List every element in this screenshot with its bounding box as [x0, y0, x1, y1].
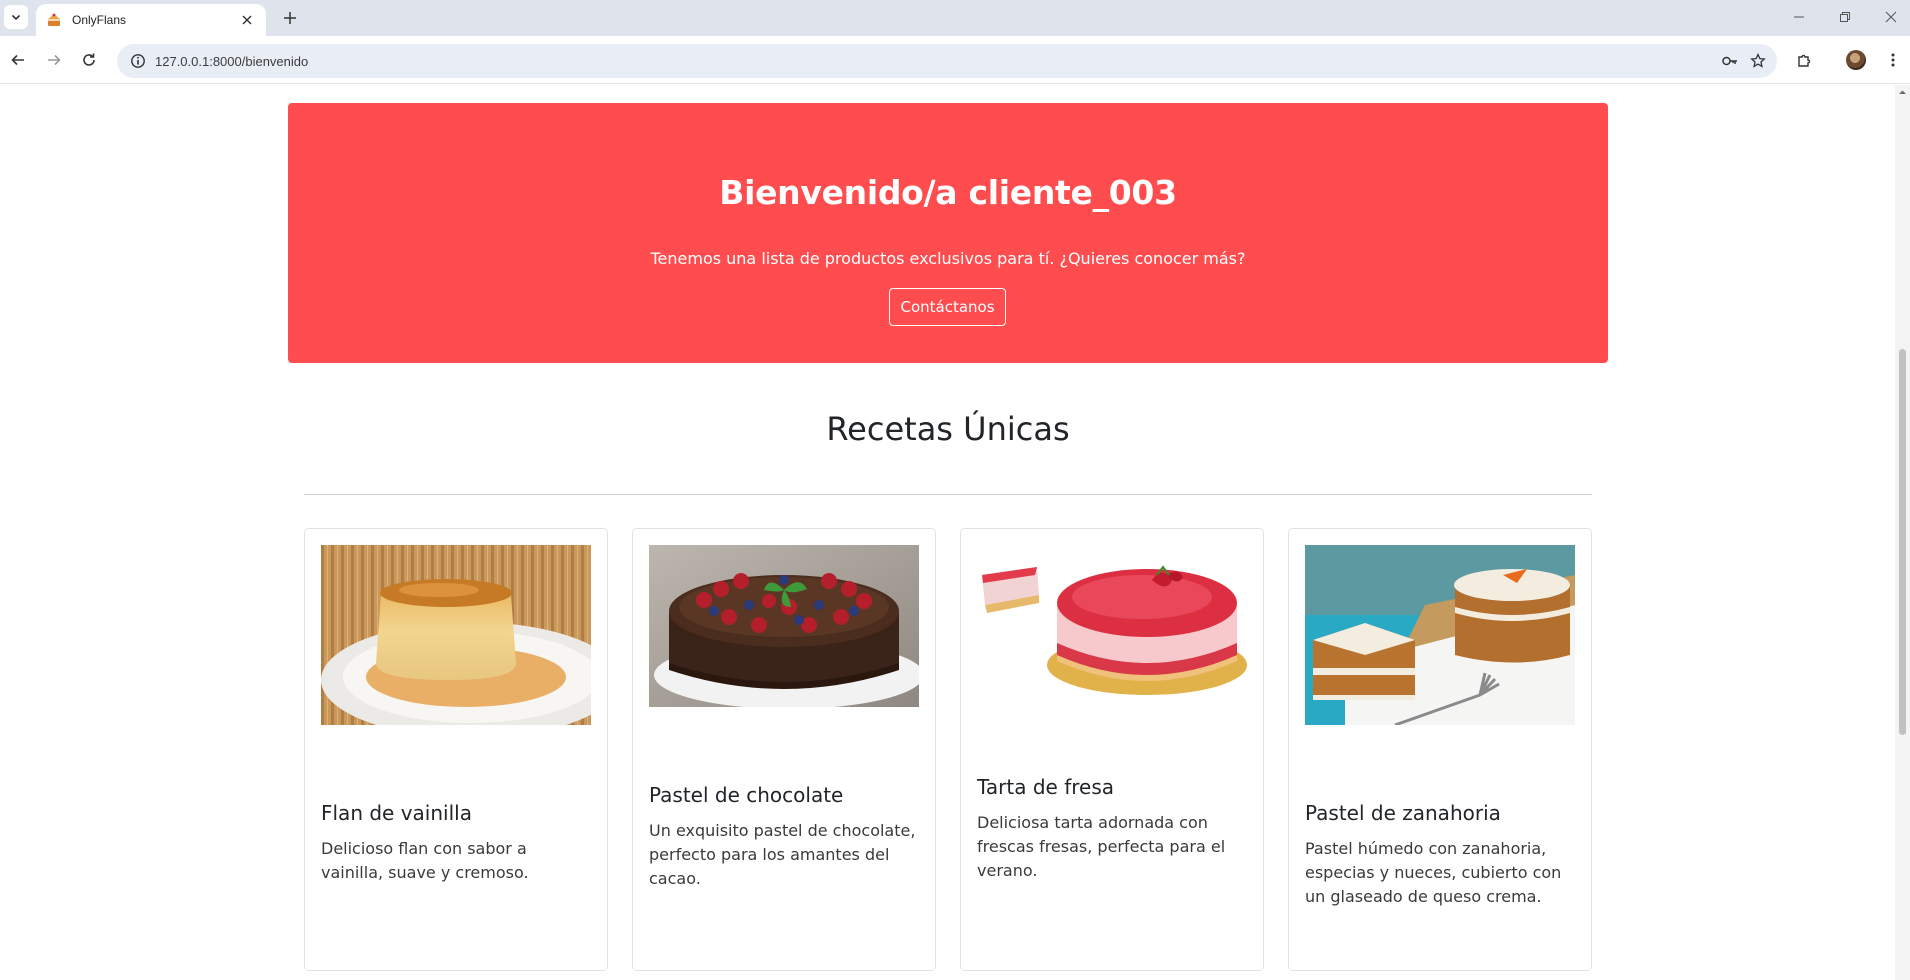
- chevron-down-icon: [11, 14, 21, 21]
- welcome-banner: Bienvenido/a cliente_003 Tenemos una lis…: [288, 103, 1608, 363]
- divider: [304, 494, 1592, 495]
- card-title: Pastel de chocolate: [649, 783, 844, 807]
- flan-image: [321, 545, 591, 725]
- card-description: Un exquisito pastel de chocolate, perfec…: [649, 821, 916, 888]
- welcome-title: Bienvenido/a cliente_003: [719, 173, 1177, 212]
- product-card-flan: Flan de vainilla Delicioso flan con sabo…: [304, 528, 608, 971]
- extensions-button[interactable]: [1790, 46, 1818, 74]
- cake-favicon-icon: [46, 12, 62, 28]
- new-tab-button[interactable]: [278, 6, 302, 30]
- back-button[interactable]: [4, 46, 32, 74]
- extensions-icon: [1798, 54, 1811, 67]
- contact-button[interactable]: Contáctanos: [889, 288, 1006, 326]
- minimize-button[interactable]: [1776, 4, 1822, 30]
- card-title: Flan de vainilla: [321, 801, 472, 825]
- plus-icon: [284, 12, 296, 24]
- product-card-strawberry: Tarta de fresa Deliciosa tarta adornada …: [960, 528, 1264, 971]
- restore-icon: [1840, 12, 1850, 22]
- restore-button[interactable]: [1822, 4, 1868, 30]
- star-icon[interactable]: [1744, 47, 1772, 75]
- scroll-up-icon[interactable]: [1898, 88, 1907, 97]
- card-description: Pastel húmedo con zanahoria, especias y …: [1305, 839, 1562, 906]
- strawberry-tart-image: [977, 545, 1247, 697]
- avatar[interactable]: [1846, 50, 1866, 70]
- forward-icon: [48, 54, 61, 66]
- tab-list-button[interactable]: [4, 5, 28, 29]
- browser-tab-bar: OnlyFlans: [0, 0, 1910, 36]
- welcome-subtitle: Tenemos una lista de productos exclusivo…: [650, 249, 1246, 268]
- menu-icon: [1891, 53, 1895, 67]
- card-description: Deliciosa tarta adornada con frescas fre…: [977, 813, 1226, 880]
- carrot-cake-image: [1305, 545, 1575, 725]
- browser-toolbar: 127.0.0.1:8000/bienvenido: [0, 36, 1910, 84]
- info-icon[interactable]: [121, 44, 155, 78]
- minimize-icon: [1794, 16, 1804, 18]
- scroll-thumb[interactable]: [1899, 349, 1906, 735]
- address-bar[interactable]: 127.0.0.1:8000/bienvenido: [117, 44, 1777, 78]
- card-description: Delicioso flan con sabor a vainilla, sua…: [321, 839, 529, 882]
- page-scrollbar[interactable]: [1895, 85, 1910, 980]
- url-text: 127.0.0.1:8000/bienvenido: [155, 53, 309, 69]
- back-icon: [11, 54, 24, 66]
- product-card-chocolate: Pastel de chocolate Un exquisito pastel …: [632, 528, 936, 971]
- card-title: Tarta de fresa: [977, 775, 1115, 799]
- menu-button[interactable]: [1879, 46, 1907, 74]
- reload-icon: [83, 53, 95, 66]
- tab-title: OnlyFlans: [72, 13, 127, 27]
- page-viewport: Bienvenido/a cliente_003 Tenemos una lis…: [0, 85, 1895, 980]
- product-card-carrot: Pastel de zanahoria Pastel húmedo con za…: [1288, 528, 1592, 971]
- reload-button[interactable]: [75, 46, 103, 74]
- chocolate-cake-image: [649, 545, 919, 707]
- section-title: Recetas Únicas: [826, 410, 1070, 448]
- window-close-button[interactable]: [1868, 4, 1910, 30]
- browser-tab[interactable]: OnlyFlans: [36, 4, 266, 36]
- close-icon[interactable]: [238, 11, 256, 29]
- card-title: Pastel de zanahoria: [1305, 801, 1501, 825]
- window-close-icon: [1885, 11, 1897, 23]
- key-icon[interactable]: [1716, 47, 1744, 75]
- forward-button[interactable]: [40, 46, 68, 74]
